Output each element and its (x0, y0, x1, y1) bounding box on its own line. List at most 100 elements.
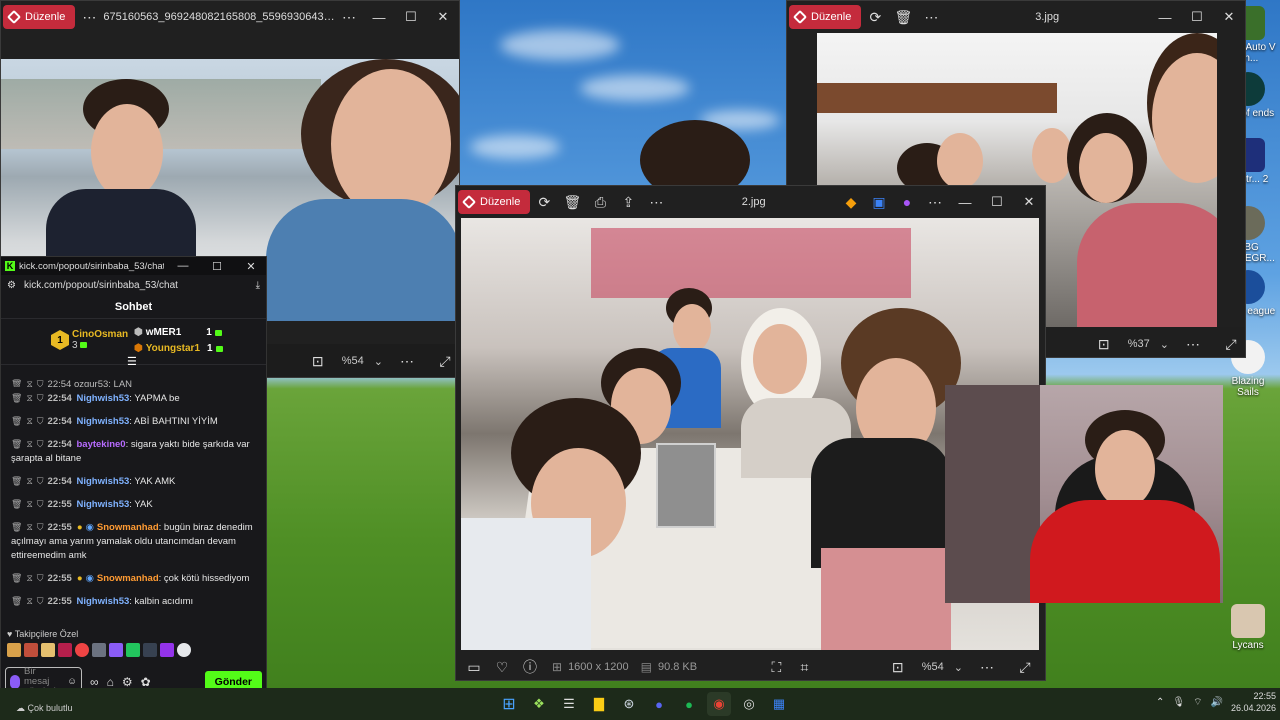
weather-widget[interactable]: ☁ Çok bulutlu (16, 703, 73, 714)
zoom-select[interactable]: %54 ⌄ (332, 349, 393, 373)
fullscreen-icon[interactable]: ⤢ (1217, 330, 1245, 357)
filmstrip-icon[interactable]: ▭ (460, 653, 488, 680)
edit-button[interactable]: Düzenle (789, 5, 862, 29)
download-icon[interactable]: ⤓ (256, 280, 260, 291)
shield-icon[interactable]: ⛉ (37, 596, 44, 606)
maximize-button[interactable]: ☐ (981, 188, 1013, 216)
message-username[interactable]: Nighwish53 (76, 499, 129, 510)
rotate-icon[interactable]: ⟳ (861, 3, 889, 31)
shield-icon[interactable]: ⛉ (37, 499, 44, 509)
chrome-icon[interactable]: ◉ (707, 692, 731, 716)
message-username[interactable]: Snowmanhad (97, 522, 159, 533)
xbox-icon[interactable]: ❖ (527, 692, 551, 716)
emote[interactable] (24, 643, 38, 657)
more-icon[interactable]: ⋯ (973, 653, 1001, 680)
timeout-icon[interactable]: ⧖ (26, 573, 32, 583)
more-icon[interactable]: ⋯ (642, 188, 670, 216)
network-icon[interactable]: ⌔ (1193, 696, 1202, 709)
more-icon[interactable]: ⋯ (917, 3, 945, 31)
more-icon[interactable]: ⋯ (1179, 330, 1207, 357)
emote[interactable] (7, 643, 21, 657)
more-icon[interactable]: ⋯ (335, 3, 363, 31)
trash-icon[interactable]: 🗑 (11, 499, 22, 509)
timeout-icon[interactable]: ⧖ (26, 416, 32, 426)
shield-icon[interactable]: ⛉ (37, 393, 44, 403)
settings-icon[interactable]: ⚙ (122, 675, 133, 689)
clipchamp-icon[interactable]: ● (893, 188, 921, 216)
print-icon[interactable]: ⎙ (586, 188, 614, 216)
message-username[interactable]: baytekine0 (76, 439, 125, 450)
desktop-icon-lycans[interactable]: Lycans (1220, 604, 1276, 651)
trash-icon[interactable]: 🗑 (11, 476, 22, 486)
crop-icon[interactable]: ⛶ (762, 653, 790, 680)
obs-icon[interactable]: ◎ (737, 692, 761, 716)
timeout-icon[interactable]: ⧖ (26, 393, 32, 403)
fit-icon[interactable]: ⊡ (884, 653, 912, 680)
steam-icon[interactable]: ⊛ (617, 692, 641, 716)
minimize-button[interactable]: — (168, 260, 198, 272)
gift-icon[interactable]: ✿ (141, 675, 151, 689)
timeout-icon[interactable]: ⧖ (26, 596, 32, 606)
microphone-icon[interactable] (10, 675, 20, 689)
maximize-button[interactable]: ☐ (1181, 3, 1213, 31)
discord-icon[interactable]: ● (647, 692, 671, 716)
emoji-icon[interactable]: ☺ (67, 677, 77, 687)
trash-icon[interactable]: 🗑 (11, 596, 22, 606)
leaderboard-item[interactable]: 1 CinoOsman 3 (51, 329, 128, 351)
explorer-icon[interactable]: ☰ (557, 692, 581, 716)
store-icon[interactable]: ⌂ (107, 675, 114, 689)
shield-icon[interactable]: ⛉ (37, 416, 44, 426)
close-button[interactable]: ✕ (1213, 3, 1245, 31)
copilot-icon[interactable]: ◆ (837, 188, 865, 216)
maximize-button[interactable]: ☐ (395, 3, 427, 31)
message-username[interactable]: Nighwish53 (76, 393, 129, 404)
close-button[interactable]: ✕ (236, 260, 266, 273)
fit-icon[interactable]: ⊡ (304, 347, 332, 375)
message-username[interactable]: Nighwish53 (76, 596, 129, 607)
menu-icon[interactable]: ☰ (127, 355, 137, 368)
favorite-icon[interactable]: ♡ (488, 653, 516, 680)
delete-icon[interactable]: 🗑 (889, 3, 917, 31)
info-icon[interactable]: ⓘ (516, 653, 544, 680)
volume-icon[interactable]: 🔊 (1211, 697, 1223, 708)
visual-search-icon[interactable]: ⌗ (790, 653, 818, 680)
emote[interactable] (92, 643, 106, 657)
edit-button[interactable]: Düzenle (3, 5, 76, 29)
zoom-select[interactable]: %54 ⌄ (912, 655, 973, 679)
chevron-up-icon[interactable]: ⌃ (1156, 697, 1164, 708)
shield-icon[interactable]: ⛉ (37, 476, 44, 486)
spotify-icon[interactable]: ● (677, 692, 701, 716)
leaderboard-item[interactable]: ⬢ wMER1 1 (134, 327, 222, 338)
message-username[interactable]: Nighwish53 (76, 416, 129, 427)
fit-icon[interactable]: ⊡ (1090, 330, 1118, 357)
message-username[interactable]: Nighwish53 (76, 476, 129, 487)
windows-start-icon[interactable]: ⊞ (497, 692, 521, 716)
delete-icon[interactable]: 🗑 (558, 188, 586, 216)
timeout-icon[interactable]: ⧖ (26, 476, 32, 486)
maximize-button[interactable]: ☐ (202, 260, 232, 273)
emote[interactable] (109, 643, 123, 657)
microphone-icon[interactable]: 🎙 (1172, 697, 1185, 708)
message-username[interactable]: Snowmanhad (97, 573, 159, 584)
emote[interactable] (58, 643, 72, 657)
site-info-icon[interactable]: ⚙ (7, 280, 16, 291)
shield-icon[interactable]: ⛉ (37, 573, 44, 583)
timeout-icon[interactable]: ⧖ (26, 499, 32, 509)
file-explorer-icon[interactable]: ▇ (587, 692, 611, 716)
minimize-button[interactable]: — (949, 188, 981, 216)
more-icon[interactable]: ⋯ (921, 188, 949, 216)
trash-icon[interactable]: 🗑 (11, 393, 22, 403)
clock[interactable]: 22:55 26.04.2026 (1231, 690, 1276, 714)
minimize-button[interactable]: — (1149, 3, 1181, 31)
share-icon[interactable]: ⇪ (614, 188, 642, 216)
trash-icon[interactable]: 🗑 (11, 416, 22, 426)
timeout-icon[interactable]: ⧖ (26, 522, 32, 532)
close-button[interactable]: ✕ (427, 3, 459, 31)
close-button[interactable]: ✕ (1013, 188, 1045, 216)
more-icon[interactable]: ⋯ (393, 347, 421, 375)
fullscreen-icon[interactable]: ⤢ (1011, 653, 1039, 680)
emote[interactable] (41, 643, 55, 657)
zoom-select[interactable]: %37 ⌄ (1118, 332, 1179, 356)
trash-icon[interactable]: 🗑 (11, 439, 22, 449)
more-icon[interactable]: ⋯ (75, 3, 103, 31)
